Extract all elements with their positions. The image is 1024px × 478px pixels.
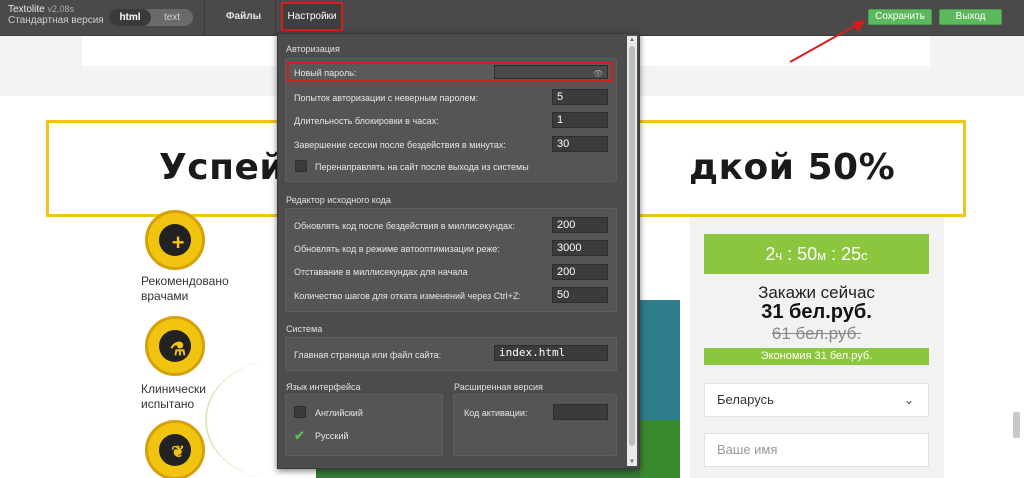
countdown-timer: 2ч : 50м : 25с	[704, 234, 929, 274]
order-title: Закажи сейчас	[758, 283, 875, 302]
promo-text-left: Успей	[159, 147, 286, 188]
menu-files[interactable]: Файлы	[226, 11, 261, 22]
tested-badge-icon: ⚗	[145, 316, 205, 376]
flask-icon: ⚗	[169, 339, 187, 359]
menu-settings[interactable]: Настройки	[281, 2, 343, 31]
section-system-title: Система	[286, 324, 323, 334]
settings-scrollbar-thumb[interactable]	[629, 46, 635, 446]
recommended-badge-icon: +	[145, 210, 205, 270]
russian-label: Русский	[315, 431, 349, 441]
lock-duration-input[interactable]: 1	[552, 112, 608, 128]
session-idle-label: Завершение сессии после бездействия в ми…	[294, 140, 506, 150]
attempts-input[interactable]: 5	[552, 89, 608, 105]
savings-label: Экономия 31 бел.руб.	[704, 348, 929, 365]
leaf-icon: ❦	[171, 444, 185, 461]
update-idle-label: Обновлять код после бездействия в миллис…	[294, 221, 516, 231]
order-old-price: 61 бел.руб.	[771, 324, 862, 343]
update-idle-input[interactable]: 200	[552, 217, 608, 233]
annotation-arrow-icon	[789, 20, 866, 63]
app-edition: Стандартная версия	[8, 15, 104, 26]
save-button[interactable]: Сохранить	[868, 9, 932, 25]
eye-icon[interactable]: 👁	[593, 69, 603, 78]
exit-button[interactable]: Выход	[939, 9, 1002, 25]
app-name: Textolite	[8, 4, 45, 15]
redirect-checkbox[interactable]	[295, 160, 307, 172]
natural-badge-icon: ❦	[145, 420, 205, 478]
name-input[interactable]: Ваше имя	[704, 433, 929, 467]
plus-icon: +	[171, 230, 185, 255]
undo-steps-label: Количество шагов для отката изменений че…	[294, 291, 521, 301]
toolbar-divider	[275, 0, 276, 36]
english-label: Английский	[315, 408, 363, 418]
section-editor-title: Редактор исходного кода	[286, 195, 391, 205]
promo-text-right: дкой 50%	[689, 147, 896, 188]
language-group	[285, 394, 443, 456]
order-price: 31 бел.руб.	[761, 301, 872, 323]
checkmark-icon[interactable]: ✔	[294, 429, 305, 442]
scroll-up-icon[interactable]: ▲	[627, 36, 637, 44]
app-brand: Textolite v2.08s Стандартная версия	[8, 4, 104, 26]
autoopt-label: Обновлять код в режиме автооптимизации р…	[294, 244, 500, 254]
session-idle-input[interactable]: 30	[552, 136, 608, 152]
mode-text-button[interactable]: text	[151, 9, 193, 26]
mode-switch: html text	[109, 9, 193, 26]
home-page-input[interactable]: index.html	[494, 345, 608, 361]
delay-label: Отставание в миллисекундах для начала	[294, 267, 468, 277]
chevron-down-icon: ⌄	[903, 393, 914, 407]
autoopt-input[interactable]: 3000	[552, 240, 608, 256]
section-extended-title: Расширенная версия	[454, 382, 543, 392]
section-language-title: Язык интерфейса	[286, 382, 361, 392]
product-packs-image	[316, 468, 640, 478]
lock-duration-label: Длительность блокировки в часах:	[294, 116, 439, 126]
new-password-input[interactable]	[494, 65, 608, 79]
page-scrollbar-thumb[interactable]	[1013, 412, 1020, 438]
scroll-down-icon[interactable]: ▼	[627, 458, 637, 466]
country-select[interactable]: Беларусь ⌄	[704, 383, 929, 417]
editor-toolbar: Textolite v2.08s Стандартная версия html…	[0, 0, 1024, 36]
activation-code-input[interactable]	[553, 404, 608, 420]
english-checkbox[interactable]	[294, 406, 306, 418]
home-page-label: Главная страница или файл сайта:	[294, 350, 442, 360]
new-password-label: Новый пароль:	[294, 68, 357, 78]
settings-scrollbar[interactable]: ▲ ▼	[627, 36, 637, 466]
redirect-label: Перенаправлять на сайт после выхода из с…	[315, 162, 529, 172]
toolbar-divider	[204, 0, 205, 36]
mode-html-button[interactable]: html	[109, 9, 151, 26]
badge-tested-text: Клинически испытано	[141, 382, 206, 411]
undo-steps-input[interactable]: 50	[552, 287, 608, 303]
app-version: v2.08s	[47, 4, 74, 14]
badge-recommended-text: Рекомендовано врачами	[141, 274, 229, 303]
section-auth-title: Авторизация	[286, 44, 340, 54]
attempts-label: Попыток авторизации с неверным паролем:	[294, 93, 479, 103]
delay-input[interactable]: 200	[552, 264, 608, 280]
activation-code-label: Код активации:	[464, 408, 528, 418]
